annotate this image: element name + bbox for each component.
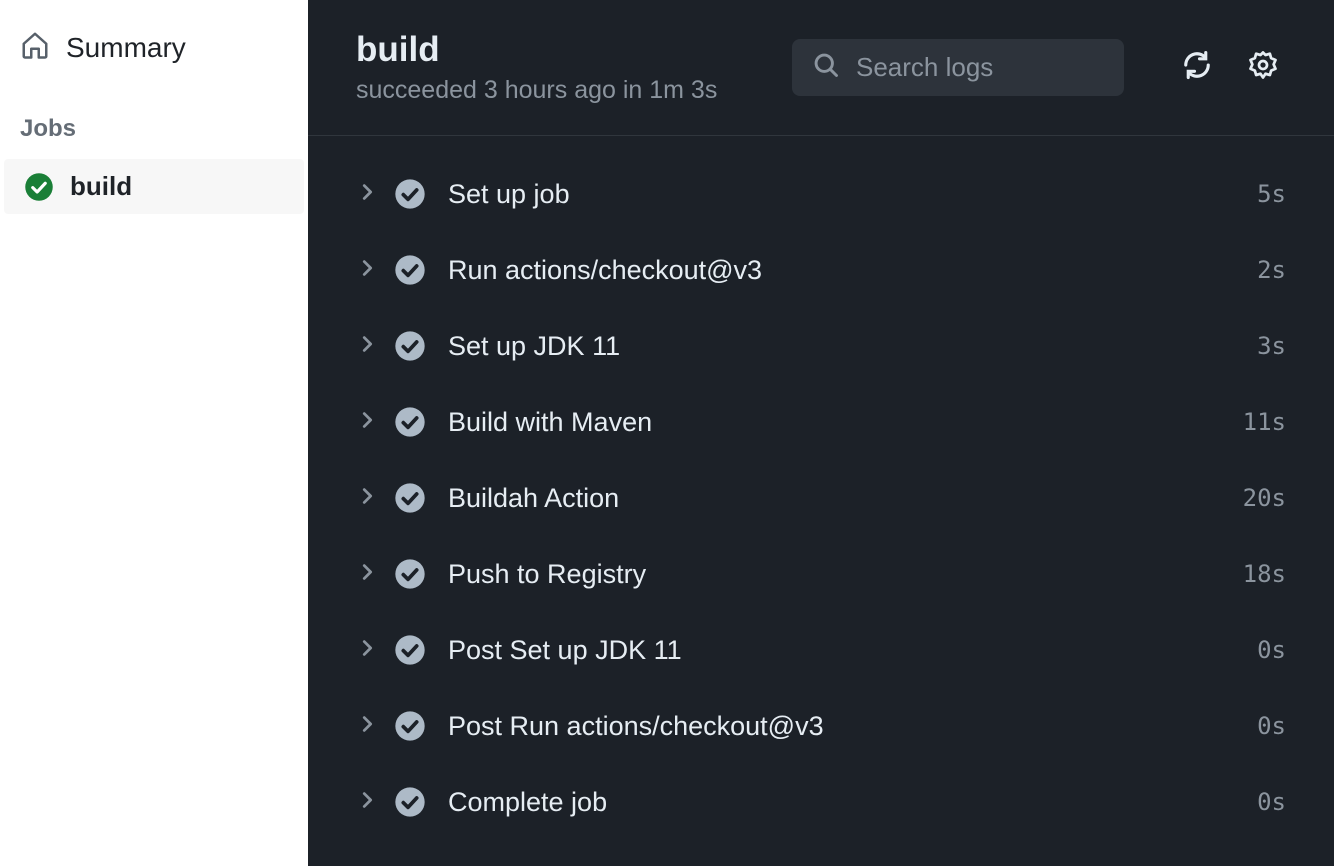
check-circle-icon — [24, 172, 54, 202]
check-circle-icon — [394, 482, 426, 514]
step-duration: 0s — [1257, 712, 1286, 740]
home-icon — [20, 30, 50, 65]
step-row[interactable]: Buildah Action 20s — [356, 460, 1286, 536]
check-circle-icon — [394, 178, 426, 210]
step-row[interactable]: Build with Maven 11s — [356, 384, 1286, 460]
check-circle-icon — [394, 330, 426, 362]
main-panel: build succeeded 3 hours ago in 1m 3s — [308, 0, 1334, 866]
chevron-right-icon — [356, 181, 378, 208]
steps-list: Set up job 5s Run actions/checkout@v3 2s… — [308, 136, 1334, 866]
chevron-right-icon — [356, 333, 378, 360]
sidebar-summary-label: Summary — [66, 32, 186, 64]
step-name: Build with Maven — [448, 407, 1243, 438]
chevron-right-icon — [356, 789, 378, 816]
sidebar-jobs-heading: Jobs — [0, 75, 308, 159]
refresh-icon — [1182, 50, 1212, 80]
chevron-right-icon — [356, 561, 378, 588]
step-duration: 3s — [1257, 332, 1286, 360]
chevron-right-icon — [356, 409, 378, 436]
check-circle-icon — [394, 406, 426, 438]
step-duration: 0s — [1257, 636, 1286, 664]
job-status-text: succeeded 3 hours ago in 1m 3s — [356, 76, 792, 105]
sidebar: Summary Jobs build — [0, 0, 308, 866]
step-duration: 20s — [1243, 484, 1286, 512]
step-name: Run actions/checkout@v3 — [448, 255, 1257, 286]
chevron-right-icon — [356, 485, 378, 512]
step-row[interactable]: Post Run actions/checkout@v3 0s — [356, 688, 1286, 764]
check-circle-icon — [394, 634, 426, 666]
check-circle-icon — [394, 254, 426, 286]
step-duration: 0s — [1257, 788, 1286, 816]
step-name: Set up JDK 11 — [448, 331, 1257, 362]
job-title: build — [356, 30, 792, 70]
step-name: Post Set up JDK 11 — [448, 635, 1257, 666]
step-name: Post Run actions/checkout@v3 — [448, 711, 1257, 742]
step-name: Set up job — [448, 179, 1257, 210]
step-duration: 11s — [1243, 408, 1286, 436]
step-row[interactable]: Run actions/checkout@v3 2s — [356, 232, 1286, 308]
step-duration: 2s — [1257, 256, 1286, 284]
step-row[interactable]: Complete job 0s — [356, 764, 1286, 840]
sidebar-summary-link[interactable]: Summary — [0, 20, 308, 75]
step-row[interactable]: Set up job 5s — [356, 156, 1286, 232]
settings-button[interactable] — [1240, 42, 1286, 93]
sidebar-job-build[interactable]: build — [4, 159, 304, 214]
step-row[interactable]: Push to Registry 18s — [356, 536, 1286, 612]
step-duration: 5s — [1257, 180, 1286, 208]
step-name: Complete job — [448, 787, 1257, 818]
main-header: build succeeded 3 hours ago in 1m 3s — [308, 0, 1334, 136]
sidebar-job-label: build — [70, 171, 132, 202]
main-header-titles: build succeeded 3 hours ago in 1m 3s — [356, 30, 792, 105]
step-duration: 18s — [1243, 560, 1286, 588]
step-row[interactable]: Set up JDK 11 3s — [356, 308, 1286, 384]
step-name: Push to Registry — [448, 559, 1243, 590]
check-circle-icon — [394, 710, 426, 742]
check-circle-icon — [394, 558, 426, 590]
search-icon — [812, 51, 840, 84]
check-circle-icon — [394, 786, 426, 818]
chevron-right-icon — [356, 713, 378, 740]
chevron-right-icon — [356, 637, 378, 664]
gear-icon — [1248, 50, 1278, 80]
search-logs-box[interactable] — [792, 39, 1124, 96]
refresh-button[interactable] — [1174, 42, 1220, 93]
step-row[interactable]: Post Set up JDK 11 0s — [356, 612, 1286, 688]
step-name: Buildah Action — [448, 483, 1243, 514]
search-logs-input[interactable] — [856, 52, 1104, 83]
chevron-right-icon — [356, 257, 378, 284]
